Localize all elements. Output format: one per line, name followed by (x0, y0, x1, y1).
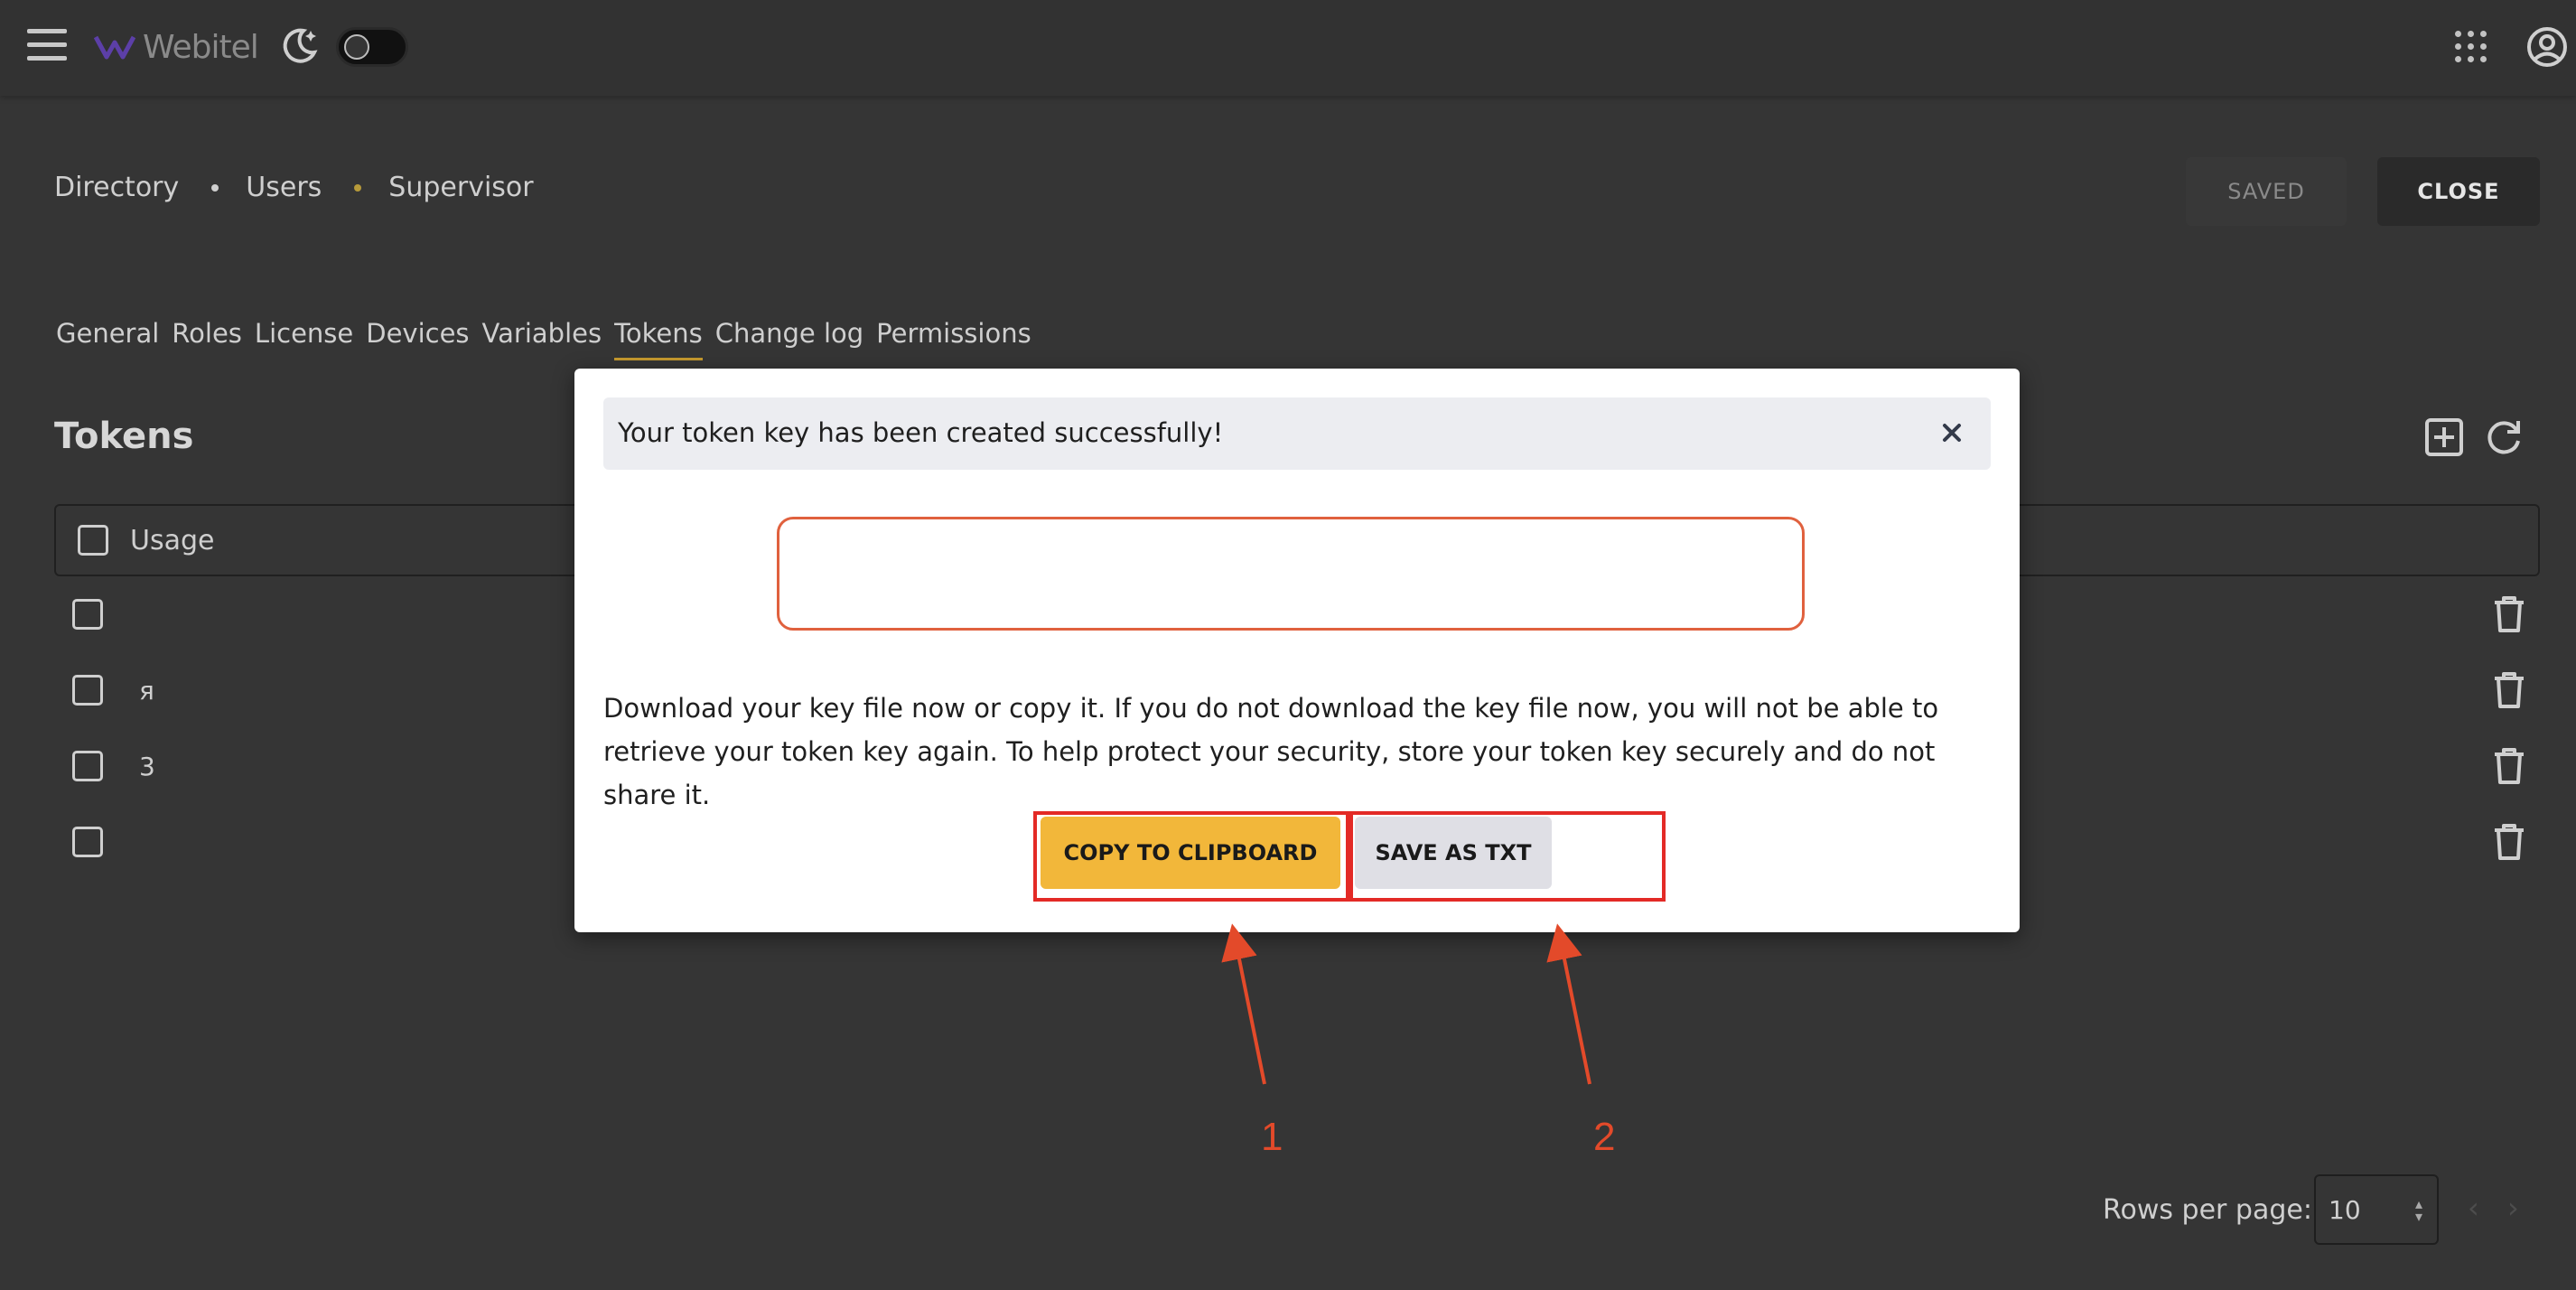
select-arrows-icon: ▴ ▾ (2414, 1195, 2422, 1225)
tab-roles[interactable]: Roles (172, 318, 242, 360)
dialog-message: Download your key file now or copy it. I… (603, 693, 1939, 810)
tab-license[interactable]: License (255, 318, 353, 360)
row-checkbox[interactable] (72, 599, 103, 630)
close-button[interactable]: CLOSE (2377, 157, 2540, 226)
column-usage[interactable]: Usage (130, 525, 214, 556)
tab-change-log[interactable]: Change log (715, 318, 863, 360)
breadcrumb-supervisor: Supervisor (388, 172, 534, 203)
section-title: Tokens (54, 416, 194, 457)
saved-button[interactable]: SAVED (2186, 157, 2347, 226)
trash-icon[interactable] (2491, 670, 2527, 710)
dialog-title: Your token key has been created successf… (618, 417, 1224, 448)
row-checkbox[interactable] (72, 827, 103, 857)
logo-text: Webitel (143, 28, 259, 66)
tab-tokens[interactable]: Tokens (614, 318, 703, 360)
add-icon[interactable] (2424, 417, 2464, 457)
select-all-checkbox[interactable] (78, 525, 108, 556)
breadcrumb-separator (354, 183, 362, 192)
tab-general[interactable]: General (56, 318, 159, 360)
annotation-number-1: 1 (1261, 1115, 1283, 1159)
theme-toggle[interactable] (336, 27, 408, 67)
row-checkbox[interactable] (72, 751, 103, 781)
annotation-arrow-1 (1221, 923, 1266, 1085)
refresh-icon[interactable] (2482, 416, 2525, 459)
dialog-header: Your token key has been created successf… (603, 397, 1991, 470)
toggle-knob (344, 34, 369, 60)
rows-per-page-value: 10 (2329, 1194, 2361, 1225)
moon-icon (283, 28, 318, 63)
tab-devices[interactable]: Devices (366, 318, 469, 360)
annotation-number-2: 2 (1593, 1115, 1616, 1159)
usage-cell: я (139, 675, 154, 706)
usage-cell: 3 (139, 751, 155, 781)
tabs: General Roles License Devices Variables … (56, 318, 1044, 360)
trash-icon[interactable] (2491, 822, 2527, 862)
tab-variables[interactable]: Variables (482, 318, 602, 360)
trash-icon[interactable] (2491, 746, 2527, 786)
breadcrumb-users[interactable]: Users (246, 172, 322, 203)
token-key-field[interactable] (777, 517, 1805, 631)
next-page-icon[interactable]: › (2507, 1191, 2519, 1225)
close-icon[interactable] (1937, 417, 1967, 448)
tab-permissions[interactable]: Permissions (876, 318, 1031, 360)
annotation-arrow-2 (1546, 923, 1591, 1085)
webitel-logo-icon (94, 35, 135, 60)
breadcrumb-directory[interactable]: Directory (54, 172, 179, 203)
breadcrumb: Directory Users Supervisor (54, 172, 534, 203)
logo[interactable]: Webitel (94, 27, 259, 67)
apps-grid-icon[interactable] (2455, 31, 2487, 63)
rows-per-page-select[interactable]: 10 ▴ ▾ (2314, 1174, 2439, 1245)
hamburger-icon[interactable] (27, 29, 67, 61)
rows-per-page-label: Rows per page: (2103, 1194, 2312, 1226)
prev-page-icon[interactable]: ‹ (2468, 1191, 2479, 1225)
app-bar: Webitel (0, 0, 2576, 96)
trash-icon[interactable] (2491, 594, 2527, 634)
annotation-box-copy (1033, 811, 1349, 902)
row-checkbox[interactable] (72, 675, 103, 706)
account-icon[interactable] (2525, 25, 2569, 69)
annotation-box-save (1349, 811, 1666, 902)
breadcrumb-separator (211, 183, 219, 192)
